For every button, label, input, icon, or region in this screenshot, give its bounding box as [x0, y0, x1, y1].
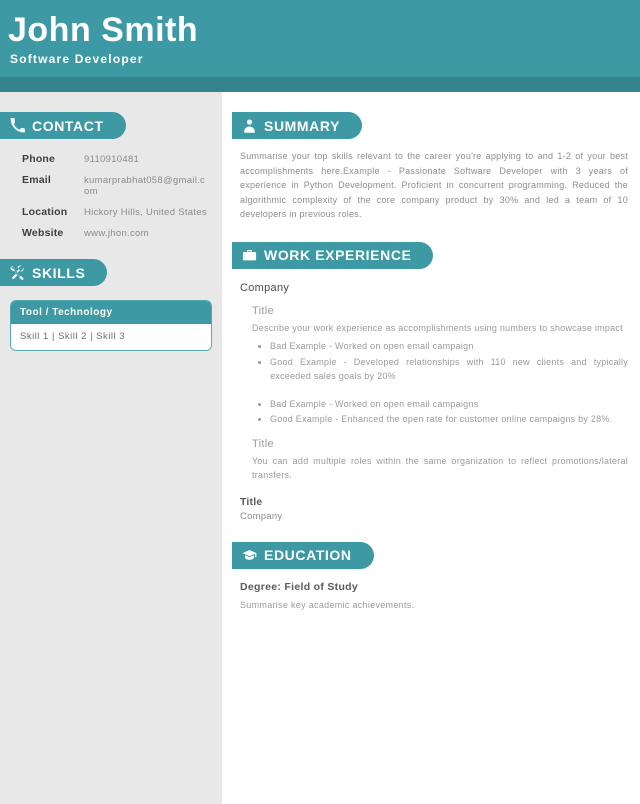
tools-icon: [10, 265, 25, 280]
contact-label-phone: Phone: [22, 153, 56, 165]
contact-list: Phone 9110910481 Email kumarprabhat058@g…: [0, 153, 222, 239]
work-experience-section-heading: WORK EXPERIENCE: [232, 241, 434, 269]
work-experience-heading-label: WORK EXPERIENCE: [264, 247, 412, 263]
contact-value-website: www.jhon.com: [84, 228, 149, 239]
skills-heading-label: SKILLS: [32, 264, 86, 281]
contact-row-phone: Phone 9110910481: [22, 153, 208, 165]
summary-section: SUMMARY: [232, 112, 630, 139]
list-item: Bad Example - Worked on open email campa…: [270, 339, 628, 354]
summary-section-heading: SUMMARY: [232, 112, 363, 139]
resume-document: John Smith Software Developer CONTACT Ph…: [0, 0, 640, 804]
resume-header: John Smith Software Developer: [0, 0, 640, 77]
main-content: SUMMARY Summarise your top skills releva…: [222, 92, 640, 804]
work-role-description-2: You can add multiple roles within the sa…: [252, 455, 628, 481]
skills-table-row: Skill 1 | Skill 2 | Skill 3: [11, 324, 211, 350]
phone-icon: [10, 118, 25, 133]
contact-row-email: Email kumarprabhat058@gmail.com: [22, 174, 208, 197]
skills-table-header: Tool / Technology: [11, 301, 211, 324]
list-item: Good Example - Developed relationships w…: [270, 355, 628, 384]
list-item: Good Example - Enhanced the open rate fo…: [270, 412, 628, 427]
contact-label-email: Email: [22, 174, 52, 186]
person-icon: [242, 118, 257, 133]
job-role-subtitle: Software Developer: [10, 52, 144, 66]
contact-value-email: kumarprabhat058@gmail.com: [84, 175, 206, 197]
work-role-title-2: Title: [252, 437, 274, 450]
contact-section-heading: CONTACT: [0, 112, 126, 139]
skills-section-heading: SKILLS: [0, 259, 108, 286]
education-degree: Degree: Field of Study: [240, 580, 359, 593]
graduation-cap-icon: [242, 548, 257, 563]
contact-heading-label: CONTACT: [32, 117, 104, 134]
contact-label-website: Website: [22, 227, 64, 239]
list-item: Bad Example - Worked on open email campa…: [270, 397, 628, 412]
work-entry-2-title: Title: [240, 495, 263, 508]
contact-row-location: Location Hickory Hills, United States: [22, 206, 208, 218]
contact-section: CONTACT: [0, 112, 222, 139]
work-entry-2-company: Company: [240, 510, 283, 522]
work-role-description-1: Describe your work experience as accompl…: [252, 322, 623, 333]
sidebar: CONTACT Phone 9110910481 Email kumarprab…: [0, 92, 222, 804]
resume-body: CONTACT Phone 9110910481 Email kumarprab…: [0, 92, 640, 804]
contact-value-phone: 9110910481: [84, 154, 140, 165]
contact-label-location: Location: [22, 206, 68, 218]
skills-section: SKILLS: [0, 259, 222, 286]
work-company-name: Company: [240, 281, 290, 294]
education-section-heading: EDUCATION: [232, 541, 374, 569]
education-heading-label: EDUCATION: [264, 547, 352, 563]
header-accent-band: [0, 77, 640, 92]
contact-value-location: Hickory Hills, United States: [84, 207, 207, 218]
skills-table: Tool / Technology Skill 1 | Skill 2 | Sk…: [10, 300, 212, 351]
education-section: EDUCATION: [232, 541, 630, 569]
briefcase-icon: [242, 248, 257, 263]
work-role-title-1: Title: [252, 304, 274, 317]
education-description: Summarise key academic achievements.: [240, 599, 415, 610]
summary-text: Summarise your top skills relevant to th…: [240, 151, 628, 219]
page-title: John Smith: [8, 11, 199, 49]
work-experience-section: WORK EXPERIENCE: [232, 241, 630, 269]
contact-row-website: Website www.jhon.com: [22, 227, 208, 239]
summary-heading-label: SUMMARY: [264, 117, 341, 134]
work-bullet-group-2: Bad Example - Worked on open email campa…: [232, 397, 630, 427]
work-bullet-group-1: Bad Example - Worked on open email campa…: [232, 339, 630, 384]
